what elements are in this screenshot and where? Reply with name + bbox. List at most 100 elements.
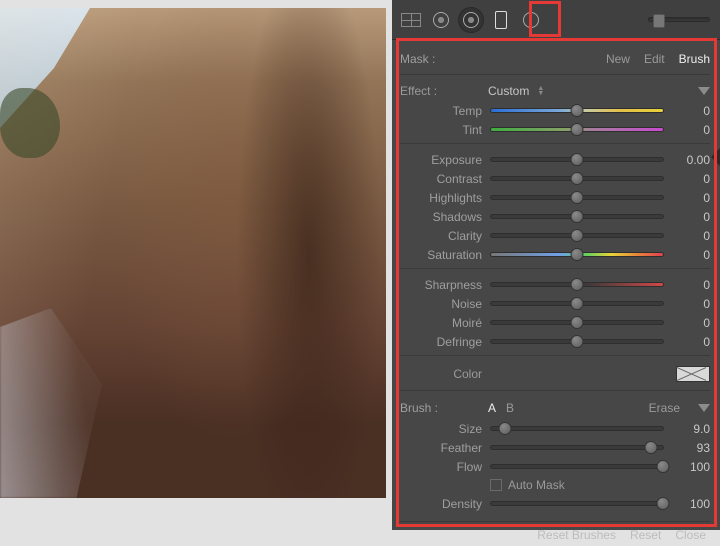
slider-track[interactable] <box>490 339 664 344</box>
slider-knob[interactable] <box>644 441 657 454</box>
slider-highlights: Highlights0 <box>400 188 710 207</box>
spot-tool[interactable] <box>428 7 454 33</box>
updown-icon[interactable]: ▲▼ <box>537 86 545 96</box>
slider-track[interactable] <box>490 157 664 162</box>
mask-label: Mask : <box>400 52 482 66</box>
brush-b[interactable]: B <box>506 401 514 415</box>
slider-value[interactable]: 0 <box>672 316 710 330</box>
slider-knob[interactable] <box>571 104 584 117</box>
slider-label: Clarity <box>400 229 482 243</box>
slider-defringe: Defringe0 <box>400 332 710 351</box>
slider-knob[interactable] <box>571 210 584 223</box>
crop-tool[interactable] <box>398 7 424 33</box>
reset-button[interactable]: Reset <box>630 528 661 542</box>
slider-track[interactable] <box>490 214 664 219</box>
mask-edit[interactable]: Edit <box>644 52 665 66</box>
slider-value[interactable]: 100 <box>672 497 710 511</box>
slider-knob[interactable] <box>571 278 584 291</box>
slider-track[interactable] <box>490 176 664 181</box>
slider-value[interactable]: 0 <box>672 123 710 137</box>
slider-knob[interactable] <box>571 191 584 204</box>
slider-tint: Tint0 <box>400 120 710 139</box>
slider-value[interactable]: 93 <box>672 441 710 455</box>
slider-label: Density <box>400 497 482 511</box>
effect-preset[interactable]: Custom <box>488 84 529 98</box>
slider-track[interactable] <box>490 233 664 238</box>
reset-brushes-button[interactable]: Reset Brushes <box>537 528 616 542</box>
slider-label: Sharpness <box>400 278 482 292</box>
slider-track[interactable] <box>490 108 664 113</box>
mask-brush[interactable]: Brush <box>679 52 710 66</box>
slider-knob[interactable] <box>571 229 584 242</box>
slider-value[interactable]: 0 <box>672 104 710 118</box>
slider-sharpness: Sharpness 0 <box>400 275 710 294</box>
slider-feather: Feather93 <box>400 438 710 457</box>
brush-erase[interactable]: Erase <box>649 401 680 415</box>
brush-disclosure[interactable] <box>698 404 710 412</box>
brush-a[interactable]: A <box>488 401 496 415</box>
slider-knob[interactable] <box>571 335 584 348</box>
slider-value[interactable]: 0 <box>672 248 710 262</box>
slider-track[interactable] <box>490 301 664 306</box>
slider-value[interactable]: 0 <box>672 229 710 243</box>
slider-label: Noise <box>400 297 482 311</box>
slider-value[interactable]: 0 <box>672 172 710 186</box>
close-button[interactable]: Close <box>675 528 706 542</box>
panel-collapse-icon[interactable] <box>711 148 720 166</box>
slider-track[interactable] <box>490 501 664 506</box>
slider-knob[interactable] <box>657 460 670 473</box>
slider-track[interactable] <box>490 320 664 325</box>
slider-value[interactable]: 0 <box>672 278 710 292</box>
slider-value[interactable]: 0 <box>672 210 710 224</box>
slider-track[interactable] <box>490 426 664 431</box>
slider-value[interactable]: 0 <box>672 297 710 311</box>
slider-value[interactable]: 0 <box>672 335 710 349</box>
color-swatch[interactable] <box>676 366 710 382</box>
slider-saturation: Saturation 0 <box>400 245 710 264</box>
slider-knob[interactable] <box>571 153 584 166</box>
slider-value[interactable]: 0 <box>672 191 710 205</box>
automask-checkbox[interactable] <box>490 479 502 491</box>
effect-disclosure[interactable] <box>698 87 710 95</box>
image-preview[interactable] <box>0 8 386 498</box>
slider-knob[interactable] <box>498 422 511 435</box>
mask-new[interactable]: New <box>606 52 630 66</box>
slider-knob[interactable] <box>657 497 670 510</box>
slider-label: Shadows <box>400 210 482 224</box>
slider-track[interactable] <box>490 282 664 287</box>
slider-label: Saturation <box>400 248 482 262</box>
slider-track[interactable] <box>490 252 664 257</box>
automask-row[interactable]: Auto Mask <box>400 476 710 494</box>
redeye-tool[interactable] <box>458 7 484 33</box>
slider-knob[interactable] <box>571 172 584 185</box>
brush-header: Brush : A B Erase <box>400 397 710 419</box>
color-label: Color <box>400 367 482 381</box>
redeye-icon <box>463 12 479 28</box>
develop-right-panel: Mask : New Edit Brush Effect : Custom ▲▼ <box>392 0 720 530</box>
toolbar-slider[interactable] <box>648 17 710 22</box>
brush-label: Brush : <box>400 401 482 415</box>
slider-size: Size 9.0 <box>400 419 710 438</box>
radial-icon <box>523 12 539 28</box>
slider-track[interactable] <box>490 127 664 132</box>
slider-track[interactable] <box>490 464 664 469</box>
slider-knob[interactable] <box>571 316 584 329</box>
slider-contrast: Contrast0 <box>400 169 710 188</box>
slider-track[interactable] <box>490 195 664 200</box>
slider-exposure: Exposure 0.00 <box>400 150 710 169</box>
slider-clarity: Clarity 0 <box>400 226 710 245</box>
slider-value[interactable]: 0.00 <box>672 153 710 167</box>
slider-label: Exposure <box>400 153 482 167</box>
slider-label: Size <box>400 422 482 436</box>
grid-icon <box>401 13 421 27</box>
slider-moiré: Moiré0 <box>400 313 710 332</box>
gradient-tool[interactable] <box>488 7 514 33</box>
radial-tool[interactable] <box>518 7 544 33</box>
slider-value[interactable]: 9.0 <box>672 422 710 436</box>
slider-knob[interactable] <box>571 123 584 136</box>
slider-knob[interactable] <box>571 248 584 261</box>
automask-label: Auto Mask <box>508 478 565 492</box>
slider-knob[interactable] <box>571 297 584 310</box>
slider-track[interactable] <box>490 445 664 450</box>
slider-value[interactable]: 100 <box>672 460 710 474</box>
